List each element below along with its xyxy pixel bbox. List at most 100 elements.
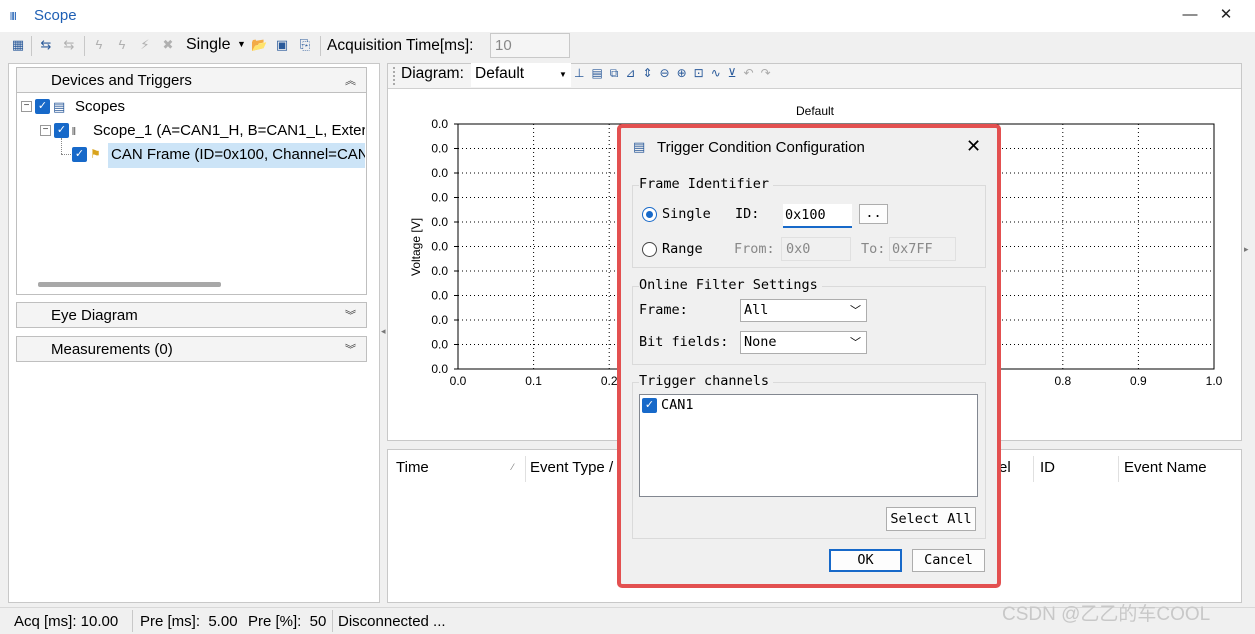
- y-tick-label: 0.0: [431, 313, 448, 327]
- arm-trigger-icon[interactable]: ϟ: [91, 37, 107, 53]
- col-divider: [1033, 456, 1034, 482]
- open-folder-icon[interactable]: 📂: [251, 37, 267, 53]
- trigger-icon: ⚑: [90, 147, 101, 161]
- diagram-select[interactable]: Default: [471, 63, 571, 87]
- diagram-label: Diagram:: [401, 65, 464, 82]
- range-radio[interactable]: [642, 242, 657, 257]
- range-label[interactable]: Range: [662, 241, 703, 257]
- maximize-button[interactable]: [1176, 4, 1206, 26]
- tree-item-scope1[interactable]: Scope_1 (A=CAN1_H, B=CAN1_L, Extern: [93, 122, 365, 139]
- acquisition-time-label: Acquisition Time[ms]:: [327, 37, 474, 54]
- browse-id-button[interactable]: ..: [859, 204, 888, 224]
- force-trigger-icon[interactable]: ⚡: [137, 37, 153, 53]
- status-connection: Disconnected ...: [338, 613, 446, 630]
- bit-fields-select[interactable]: None ﹀: [740, 331, 867, 354]
- scope-icon: 𝍪: [72, 126, 76, 138]
- cancel-button[interactable]: Cancel: [912, 549, 985, 572]
- marker-icon[interactable]: ⊻: [728, 66, 744, 80]
- status-pre-ms: Pre [ms]: 5.00: [140, 613, 238, 630]
- eye-diagram-title: Eye Diagram: [51, 307, 138, 324]
- stop-icon[interactable]: ✖: [160, 37, 176, 53]
- chevron-down-icon[interactable]: ▼: [237, 39, 246, 49]
- chart-type-icon[interactable]: ⧉: [610, 66, 626, 80]
- x-tick-label: 0.0: [450, 374, 467, 388]
- redo-icon[interactable]: ↷: [761, 66, 778, 80]
- acquisition-time-input[interactable]: 10: [490, 33, 570, 58]
- toolbar-separator: [31, 36, 32, 56]
- x-tick-label: 1.0: [1206, 374, 1223, 388]
- sort-icon: ⁄: [512, 462, 514, 472]
- export-icon[interactable]: ⎘: [297, 37, 313, 53]
- devices-triggers-header[interactable]: Devices and Triggers ︽: [16, 67, 367, 93]
- close-window-button[interactable]: ✕: [1211, 4, 1241, 26]
- window-title: Scope: [34, 7, 77, 24]
- eye-diagram-header[interactable]: Eye Diagram ︾: [16, 302, 367, 328]
- tree-collapse-icon[interactable]: −: [21, 101, 32, 112]
- checkbox-scope1[interactable]: ✓: [54, 123, 69, 138]
- connect-icon[interactable]: ⇆: [38, 37, 54, 53]
- trigger-mode-dropdown[interactable]: Single: [186, 36, 230, 54]
- status-pre-pct: Pre [%]: 50: [248, 613, 327, 630]
- tree-item-can-frame[interactable]: CAN Frame (ID=0x100, Channel=CAN1: [111, 146, 365, 163]
- col-event-name[interactable]: Event Name: [1124, 459, 1207, 476]
- tree-line: [61, 154, 71, 155]
- zoom-out-icon[interactable]: ⊖: [660, 66, 677, 80]
- checkbox-can-frame[interactable]: ✓: [72, 147, 87, 162]
- chart-style-icon[interactable]: ▤: [591, 66, 609, 80]
- signal-icon[interactable]: ∿: [711, 66, 728, 80]
- col-event-type[interactable]: Event Type /: [530, 459, 613, 476]
- y-tick-label: 0.0: [431, 240, 448, 254]
- frame-filter-label: Frame:: [639, 302, 688, 318]
- horizontal-scrollbar[interactable]: [38, 282, 221, 287]
- id-input[interactable]: 0x100: [783, 204, 852, 228]
- chevron-down-icon[interactable]: ▼: [559, 70, 567, 79]
- status-acq: Acq [ms]: 10.00: [14, 613, 119, 630]
- diagram-tools: ⊥▤⧉⊿⇕⊖⊕⊡∿⊻↶↷: [574, 66, 778, 81]
- measurements-header[interactable]: Measurements (0) ︾: [16, 336, 367, 362]
- from-label: From:: [734, 241, 775, 257]
- tree-line: [61, 138, 62, 154]
- axis-icon[interactable]: ⊥: [574, 66, 591, 80]
- ok-button[interactable]: OK: [829, 549, 902, 572]
- y-tick-label: 0.0: [431, 117, 448, 131]
- single-label[interactable]: Single: [662, 206, 711, 222]
- splitter-right-icon[interactable]: ▸: [1244, 244, 1249, 255]
- y-tick-label: 0.0: [431, 191, 448, 205]
- col-time[interactable]: Time: [396, 459, 429, 476]
- select-all-button[interactable]: Select All: [886, 507, 976, 531]
- col-id[interactable]: ID: [1040, 459, 1055, 476]
- zoom-in-icon[interactable]: ⊕: [677, 66, 694, 80]
- chevron-down-icon: ﹀: [850, 304, 861, 317]
- frame-filter-select[interactable]: All ﹀: [740, 299, 867, 322]
- save-icon[interactable]: ▣: [274, 37, 290, 53]
- expand-down-icon[interactable]: ︾: [345, 341, 356, 357]
- collapse-up-icon[interactable]: ︽: [345, 72, 356, 88]
- tree-collapse-icon[interactable]: −: [40, 125, 51, 136]
- to-input[interactable]: 0x7FF: [889, 237, 956, 261]
- arm-all-icon[interactable]: ϟ: [114, 37, 130, 53]
- zoom-box-icon[interactable]: ⊡: [694, 66, 711, 80]
- tree-item-scopes[interactable]: Scopes: [75, 98, 125, 115]
- fit-icon[interactable]: ⇕: [642, 66, 659, 80]
- undo-icon[interactable]: ↶: [744, 66, 761, 80]
- dialog-close-button[interactable]: ✕: [966, 136, 981, 157]
- scope-settings-icon[interactable]: ▦: [10, 37, 26, 53]
- scopes-folder-icon: ▤: [53, 99, 66, 114]
- chart-title: Default: [796, 104, 835, 118]
- checkbox-scopes[interactable]: ✓: [35, 99, 50, 114]
- y-tick-label: 0.0: [431, 338, 448, 352]
- single-radio[interactable]: [642, 207, 657, 222]
- checkbox-can1[interactable]: ✓: [642, 398, 657, 413]
- watermark: CSDN @乙乙的车COOL: [1002, 604, 1211, 625]
- x-tick-label: 0.2: [601, 374, 618, 388]
- splitter-left-icon[interactable]: ◂: [381, 326, 386, 337]
- y-tick-label: 0.0: [431, 289, 448, 303]
- title-bar: [0, 0, 1255, 32]
- chevron-down-icon: ﹀: [850, 336, 861, 349]
- bit-fields-value: None: [744, 334, 777, 350]
- channel-can1-label[interactable]: CAN1: [661, 397, 694, 413]
- disconnect-icon[interactable]: ⇆: [61, 37, 77, 53]
- cursor-icon[interactable]: ⊿: [625, 66, 642, 80]
- from-input[interactable]: 0x0: [781, 237, 851, 261]
- expand-down-icon[interactable]: ︾: [345, 307, 356, 323]
